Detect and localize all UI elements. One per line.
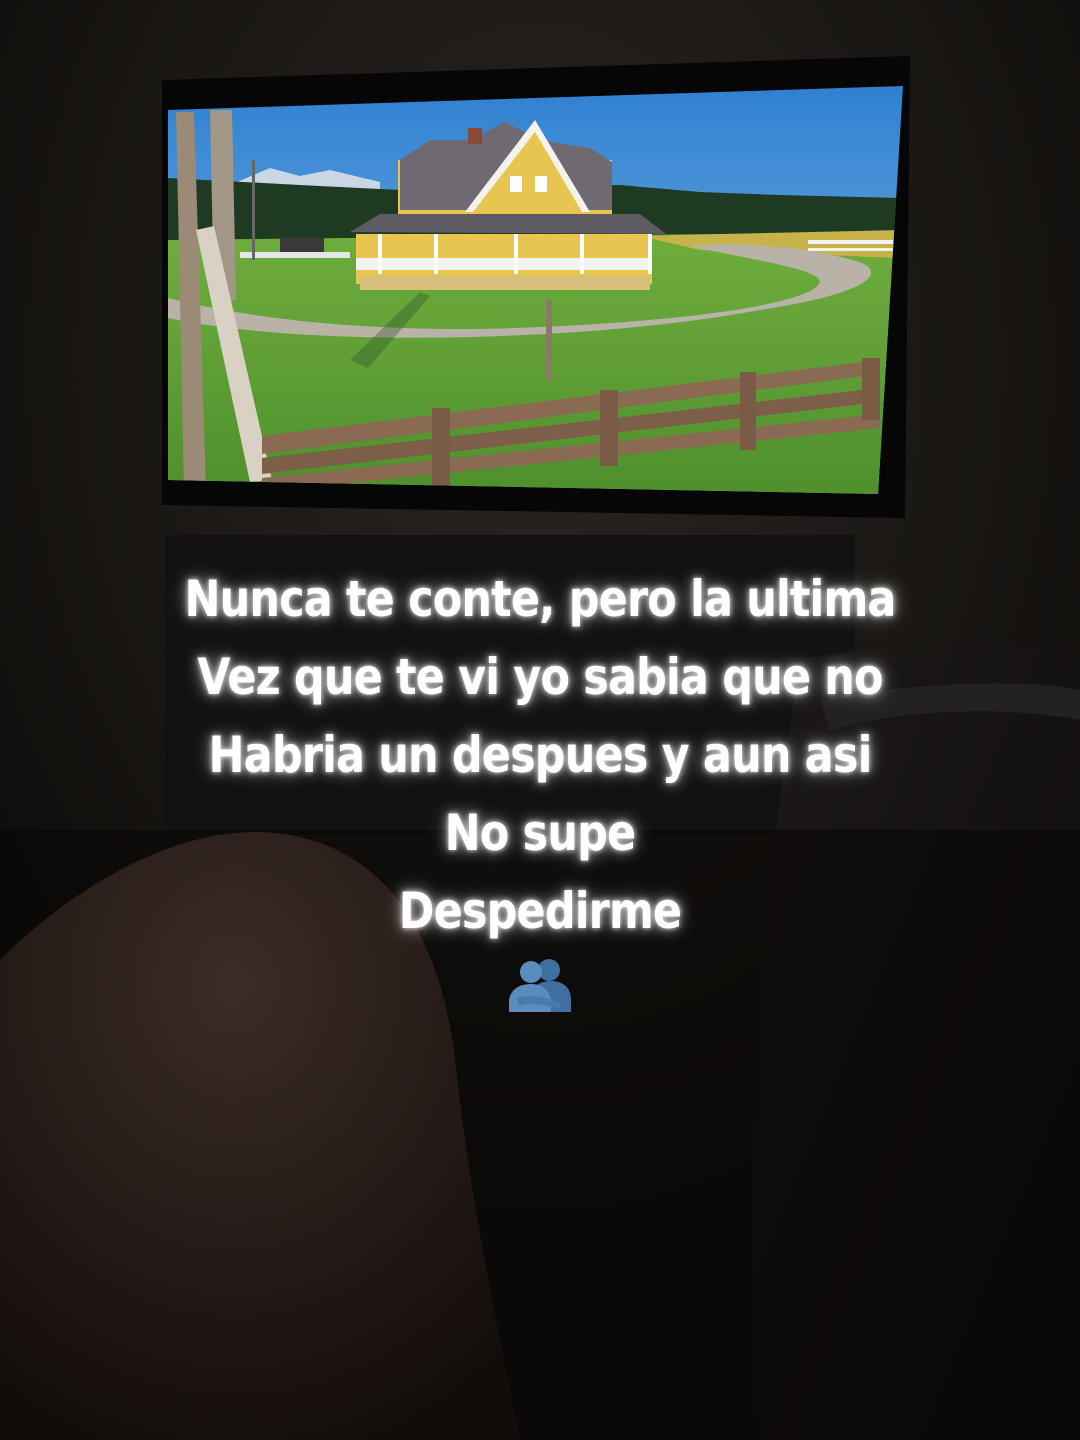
caption-line-5: Despedirme bbox=[398, 882, 682, 940]
caption-line-3: Habria un despues y aun asi bbox=[208, 726, 873, 784]
television bbox=[162, 56, 910, 518]
caption-line-1: Nunca te conte, pero la ultima bbox=[184, 570, 896, 628]
tv-screen bbox=[168, 86, 903, 494]
caption-line-2: Vez que te vi yo sabia que no bbox=[197, 648, 883, 706]
caption-overlay: Nunca te conte, pero la ultima Vez que t… bbox=[0, 560, 1080, 1024]
people-hugging-icon bbox=[0, 954, 1080, 1024]
caption-line-4: No supe bbox=[444, 804, 636, 862]
